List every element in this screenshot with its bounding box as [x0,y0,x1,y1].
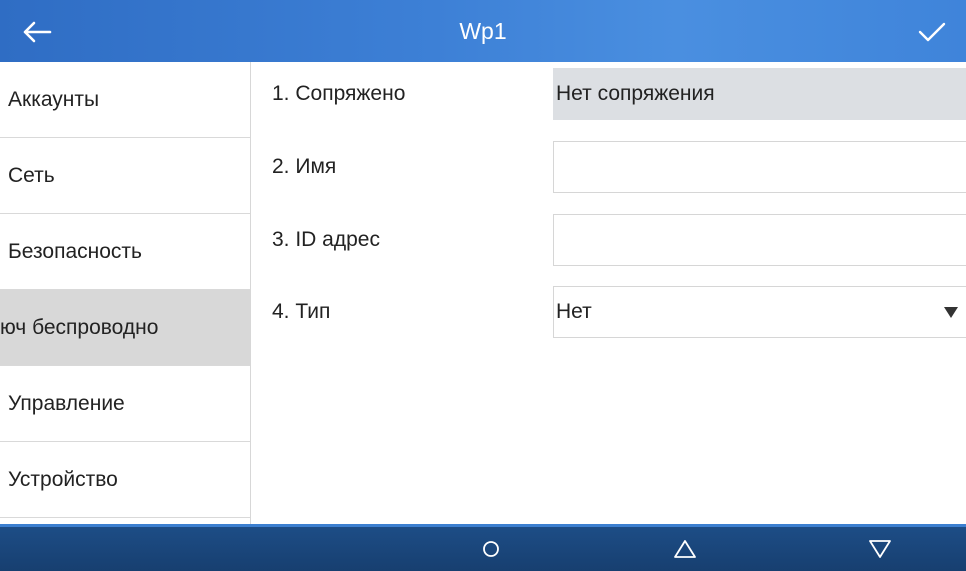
sidebar-item-wireless-key[interactable]: юч беспроводно [0,290,250,366]
paired-label: 1. Сопряжено [272,82,406,105]
down-button[interactable] [850,529,910,569]
triangle-down-icon [869,540,891,558]
name-label: 2. Имя [272,155,337,178]
back-button[interactable] [22,12,78,52]
settings-sidebar: Аккаунты Сеть Безопасность юч беспроводн… [0,62,251,524]
title-bar: Wp1 [0,0,966,62]
confirm-button[interactable] [890,12,946,52]
home-button[interactable] [461,529,521,569]
paired-status-field: Нет сопряжения [553,68,966,120]
up-button[interactable] [655,529,715,569]
id-address-label: 3. ID адрес [272,228,380,251]
sidebar-item-label: Сеть [8,163,55,187]
id-address-input[interactable] [553,214,966,266]
type-dropdown[interactable]: Нет [553,286,966,338]
sidebar-item-network[interactable]: Сеть [0,138,250,214]
sidebar-item-accounts[interactable]: Аккаунты [0,62,250,138]
sidebar-item-device[interactable]: Устройство [0,442,250,518]
id-address-row: 3. ID адрес [252,213,966,267]
system-nav-bar [0,524,966,571]
sidebar-item-label: юч беспроводно [0,315,159,339]
sidebar-item-security[interactable]: Безопасность [0,214,250,290]
name-input[interactable] [553,141,966,193]
circle-home-icon [483,541,499,557]
sidebar-item-label: Безопасность [8,239,142,263]
sidebar-item-label: Устройство [8,467,118,491]
sidebar-item-management[interactable]: Управление [0,366,250,442]
type-label: 4. Тип [272,300,331,323]
paired-row: 1. Сопряжено Нет сопряжения [252,67,966,121]
type-selected-value: Нет [556,300,592,323]
dropdown-caret-icon [944,307,958,318]
name-row: 2. Имя [252,140,966,194]
triangle-up-icon [674,540,696,558]
page-title: Wp1 [459,17,507,44]
sidebar-item-label: Управление [8,391,125,415]
checkmark-icon [918,22,946,42]
arrow-left-icon [23,21,52,43]
type-row: 4. Тип Нет [252,285,966,339]
settings-form: 1. Сопряжено Нет сопряжения 2. Имя 3. ID… [252,62,966,524]
screen: Wp1 Аккаунты Сеть Безопасность юч беспро… [0,0,966,571]
sidebar-item-label: Аккаунты [8,87,100,111]
